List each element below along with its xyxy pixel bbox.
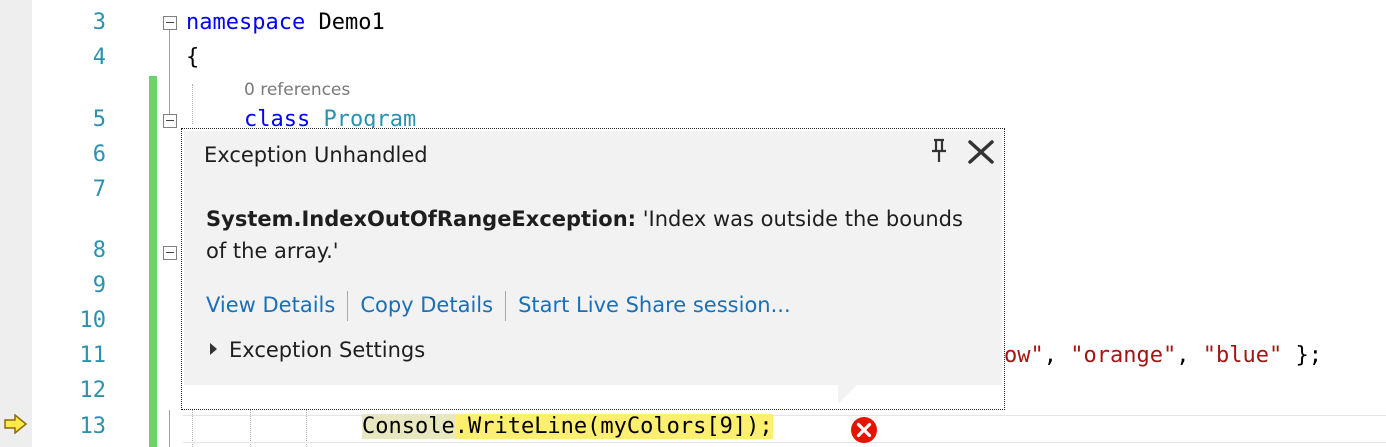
pin-icon[interactable]: [930, 138, 948, 164]
popup-pointer: [838, 380, 862, 404]
view-details-link[interactable]: View Details: [206, 293, 335, 317]
close-icon[interactable]: [968, 140, 994, 164]
line-number: 12: [79, 378, 107, 403]
line-number: 5: [92, 107, 106, 132]
line-number: 9: [92, 273, 106, 298]
code-line-5[interactable]: class Program: [244, 106, 416, 128]
keyword: namespace: [186, 10, 306, 35]
punctuation: };: [1282, 343, 1322, 368]
exception-settings-label: Exception Settings: [229, 338, 426, 362]
type-name: Program: [323, 107, 417, 128]
change-indicator-bar: [149, 76, 157, 447]
line-number: 8: [92, 238, 106, 263]
code-line-13[interactable]: Console.WriteLine(myColors[9]);: [362, 413, 773, 441]
line-number: 11: [79, 343, 107, 368]
line-number: 10: [79, 308, 107, 333]
link-separator: [505, 291, 507, 321]
collapse-toggle-method[interactable]: [163, 246, 177, 260]
expand-triangle-icon: [210, 343, 217, 355]
link-separator: [347, 291, 349, 321]
exception-message: System.IndexOutOfRangeException: 'Index …: [206, 203, 976, 267]
collapse-toggle-class[interactable]: [163, 114, 177, 128]
line-number: 13: [79, 414, 107, 439]
code-line-4[interactable]: {: [186, 44, 199, 72]
punctuation: ,: [1043, 343, 1071, 368]
exception-settings-expander[interactable]: Exception Settings: [210, 338, 425, 362]
line-number: 6: [92, 142, 106, 167]
keyword: class: [244, 107, 311, 128]
popup-links: View Details Copy Details Start Live Share…: [206, 291, 791, 321]
line-number: 4: [92, 45, 106, 70]
copy-details-link[interactable]: Copy Details: [360, 293, 493, 317]
line-number: 3: [92, 10, 106, 35]
exception-popup-body: Exception Unhandled System.IndexOutOfRan…: [184, 131, 1002, 385]
statement-highlight: .WriteLine(myColors[9]);: [454, 414, 773, 439]
error-icon[interactable]: [850, 416, 878, 444]
popup-title: Exception Unhandled: [204, 143, 428, 167]
live-share-link[interactable]: Start Live Share session...: [518, 293, 791, 317]
code-line-11[interactable]: ow", "orange", "blue" };: [1004, 342, 1322, 370]
outline-line: [169, 410, 170, 447]
execution-pointer-icon: [4, 414, 28, 434]
collapse-toggle-namespace[interactable]: [163, 16, 177, 30]
string-literal: ow": [1004, 343, 1044, 368]
type-name: Console: [362, 414, 455, 439]
identifier: Demo1: [305, 10, 385, 35]
line-number: 7: [92, 177, 106, 202]
exception-type: System.IndexOutOfRangeException:: [206, 207, 637, 231]
outline-line: [169, 30, 170, 116]
codelens-references[interactable]: 0 references: [244, 80, 350, 100]
indicator-margin[interactable]: [0, 0, 32, 447]
punctuation: ,: [1176, 343, 1203, 368]
string-literal: "orange": [1070, 343, 1177, 368]
string-literal: "blue": [1202, 343, 1283, 368]
indent-guide: [192, 84, 193, 124]
code-line-3[interactable]: namespace Demo1: [186, 9, 385, 37]
exception-popup: Exception Unhandled System.IndexOutOfRan…: [181, 128, 1005, 410]
